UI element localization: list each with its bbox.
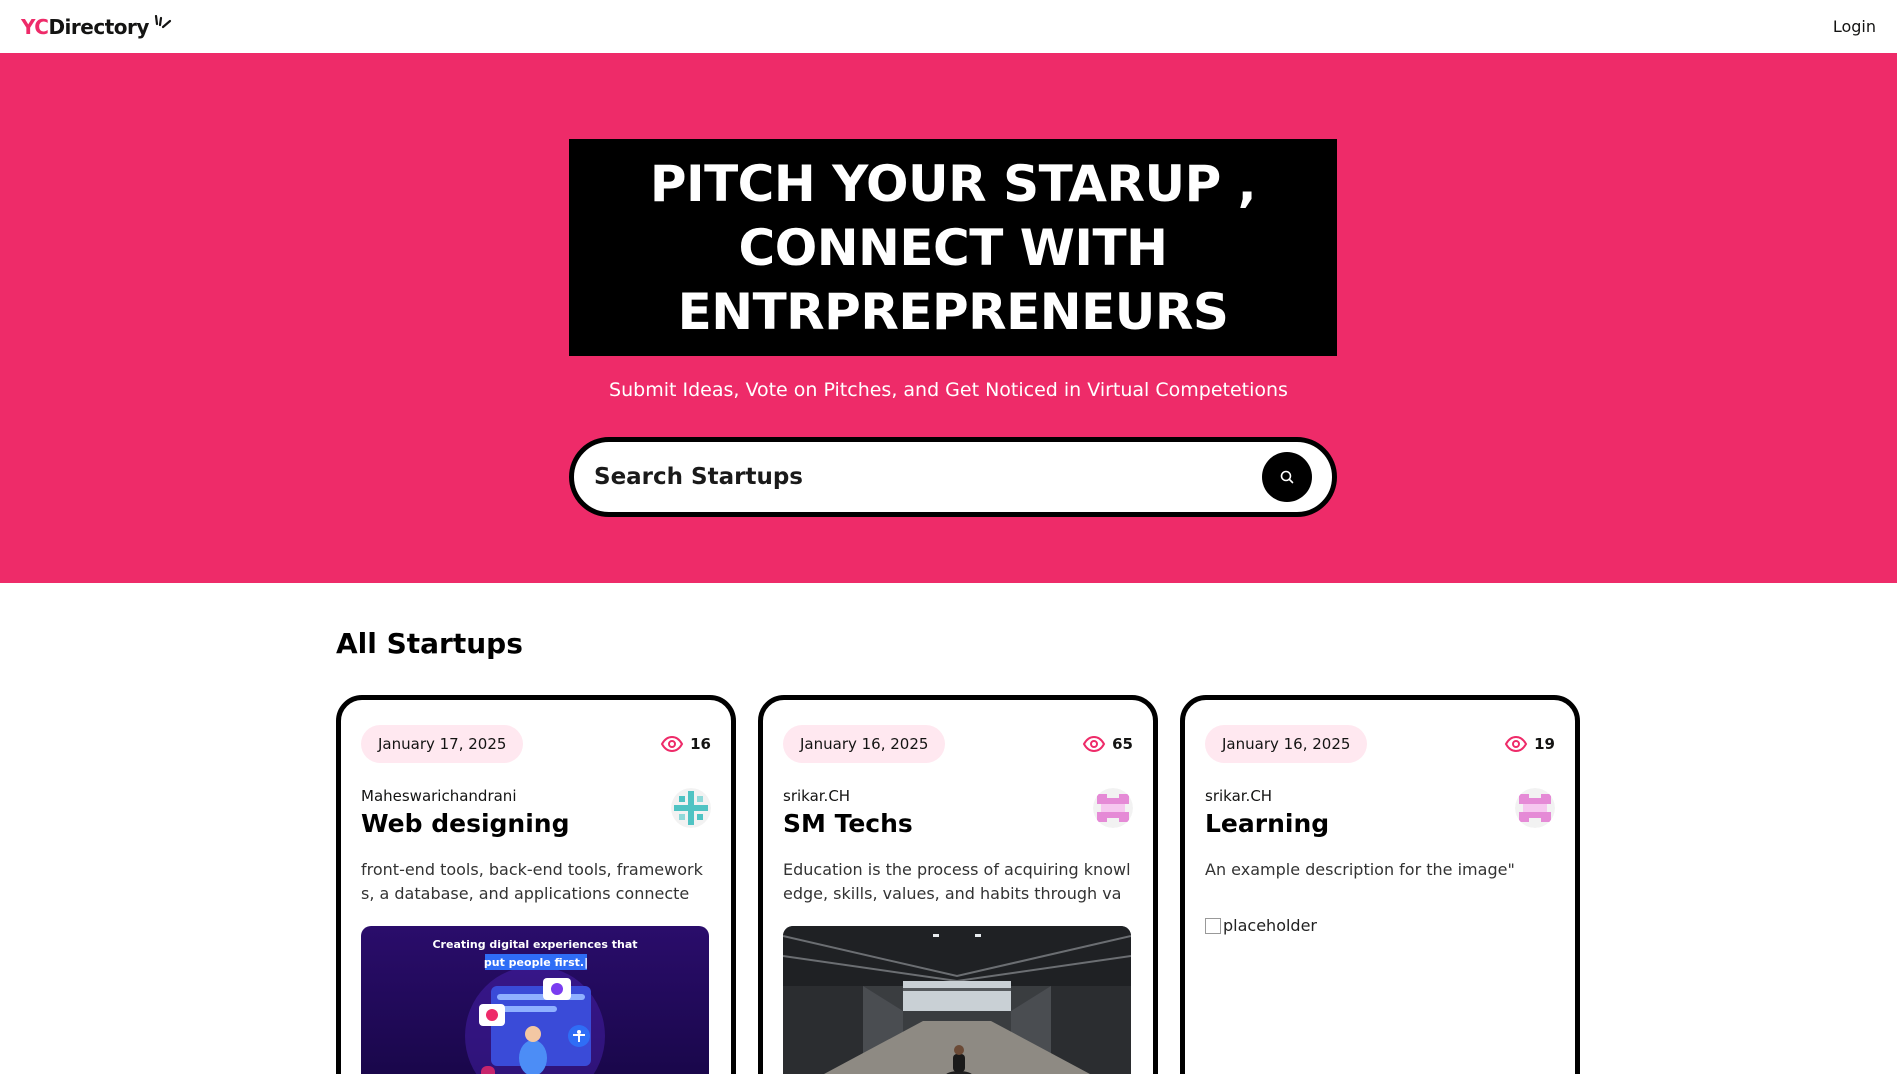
author-avatar[interactable] [671, 788, 711, 828]
views-number: 16 [690, 735, 711, 753]
search-input[interactable] [594, 464, 1262, 490]
startup-image[interactable] [783, 926, 1131, 1074]
views-count: 16 [660, 732, 711, 756]
date-badge: January 16, 2025 [783, 725, 946, 763]
startup-title[interactable]: Learning [1205, 809, 1329, 838]
views-count: 65 [1082, 732, 1133, 756]
author-name[interactable]: srikar.CH [783, 787, 913, 805]
date-badge: January 17, 2025 [361, 725, 524, 763]
author-avatar[interactable] [1515, 788, 1555, 828]
startup-card[interactable]: January 16, 2025 65 srikar.CH SM Techs E… [758, 695, 1158, 1074]
hero-heading-box: PITCH YOUR STARUP , CONNECT WITH ENTRPRE… [569, 139, 1337, 356]
illustration-caption-2: put people first.| [484, 956, 588, 969]
eye-icon [1504, 735, 1528, 753]
broken-image-icon [1205, 917, 1221, 934]
search-icon [1280, 470, 1294, 484]
navbar: YC Directory Login [0, 0, 1897, 53]
logo[interactable]: YC Directory [21, 14, 172, 39]
hero-subheading: Submit Ideas, Vote on Pitches, and Get N… [609, 379, 1288, 401]
startup-image[interactable]: Creating digital experiences that put pe… [361, 926, 709, 1074]
startup-card[interactable]: January 17, 2025 16 Maheswarichandrani W… [336, 695, 736, 1074]
views-number: 65 [1112, 735, 1133, 753]
section-title: All Startups [336, 627, 523, 660]
startup-card-list: January 17, 2025 16 Maheswarichandrani W… [336, 695, 1580, 1074]
author-avatar[interactable] [1093, 788, 1133, 828]
logo-yc-text: YC [21, 14, 49, 39]
startup-description: An example description for the image" [1205, 860, 1515, 879]
image-alt-text: placeholder [1223, 916, 1317, 935]
startup-description: front-end tools, back-end tools, framewo… [361, 860, 703, 903]
hero-section: PITCH YOUR STARUP , CONNECT WITH ENTRPRE… [0, 53, 1897, 583]
date-badge: January 16, 2025 [1205, 725, 1368, 763]
author-name[interactable]: srikar.CH [1205, 787, 1329, 805]
startup-card[interactable]: January 16, 2025 19 srikar.CH Learning A… [1180, 695, 1580, 1074]
illustration-caption-1: Creating digital experiences that [432, 938, 637, 951]
login-link[interactable]: Login [1833, 17, 1876, 36]
logo-spark-icon [154, 14, 172, 28]
warehouse-photo [783, 926, 1131, 1074]
startup-description: Education is the process of acquiring kn… [783, 860, 1131, 903]
eye-icon [660, 735, 684, 753]
startup-title[interactable]: SM Techs [783, 809, 913, 838]
search-form [569, 437, 1337, 517]
views-count: 19 [1504, 732, 1555, 756]
logo-directory-text: Directory [48, 14, 149, 39]
hero-heading: PITCH YOUR STARUP , CONNECT WITH ENTRPRE… [649, 154, 1257, 341]
search-button[interactable] [1262, 452, 1312, 502]
author-name[interactable]: Maheswarichandrani [361, 787, 570, 805]
digital-experiences-illustration: Creating digital experiences that put pe… [361, 926, 709, 1074]
startup-title[interactable]: Web designing [361, 809, 570, 838]
eye-icon [1082, 735, 1106, 753]
startup-image-broken[interactable]: placeholder [1205, 916, 1555, 935]
views-number: 19 [1534, 735, 1555, 753]
